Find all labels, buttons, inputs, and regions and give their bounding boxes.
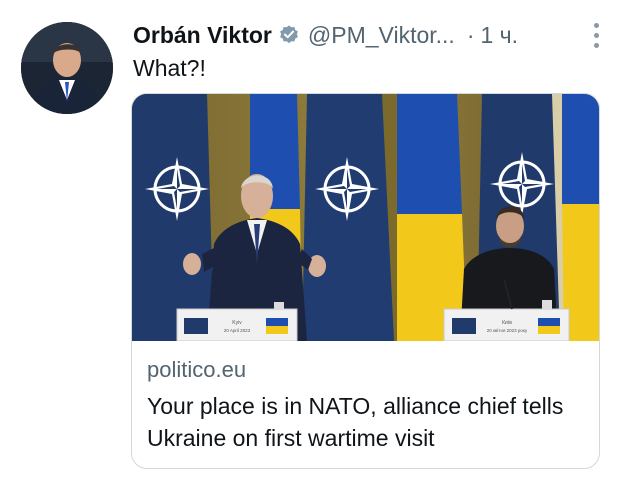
timestamp[interactable]: 1 ч. — [480, 22, 518, 49]
author-handle[interactable]: @PM_Viktor... — [308, 22, 455, 49]
placard-left-city: Kyiv — [232, 320, 242, 326]
tweet-header: Orbán Viktor @PM_Viktor... · 1 ч. — [133, 20, 600, 50]
separator-dot: · — [466, 21, 475, 48]
author-name[interactable]: Orbán Viktor — [133, 22, 272, 49]
placard-right-date: 20 квітня 2023 року — [487, 328, 528, 333]
link-card[interactable]: Kyiv 20 April 2023 Київ 20 квітня 2023 р… — [131, 93, 600, 469]
tweet-text: What?! — [133, 55, 206, 81]
placard-left-date: 20 April 2023 — [224, 328, 251, 333]
avatar[interactable] — [21, 22, 113, 114]
card-title[interactable]: Your place is in NATO, alliance chief te… — [147, 390, 587, 454]
card-domain[interactable]: politico.eu — [147, 357, 246, 383]
avatar-photo — [21, 22, 113, 114]
card-image[interactable]: Kyiv 20 April 2023 Київ 20 квітня 2023 р… — [132, 94, 599, 341]
more-vertical-icon[interactable] — [594, 23, 600, 48]
verified-badge-icon — [279, 25, 298, 44]
placard-right-city: Київ — [502, 320, 512, 326]
